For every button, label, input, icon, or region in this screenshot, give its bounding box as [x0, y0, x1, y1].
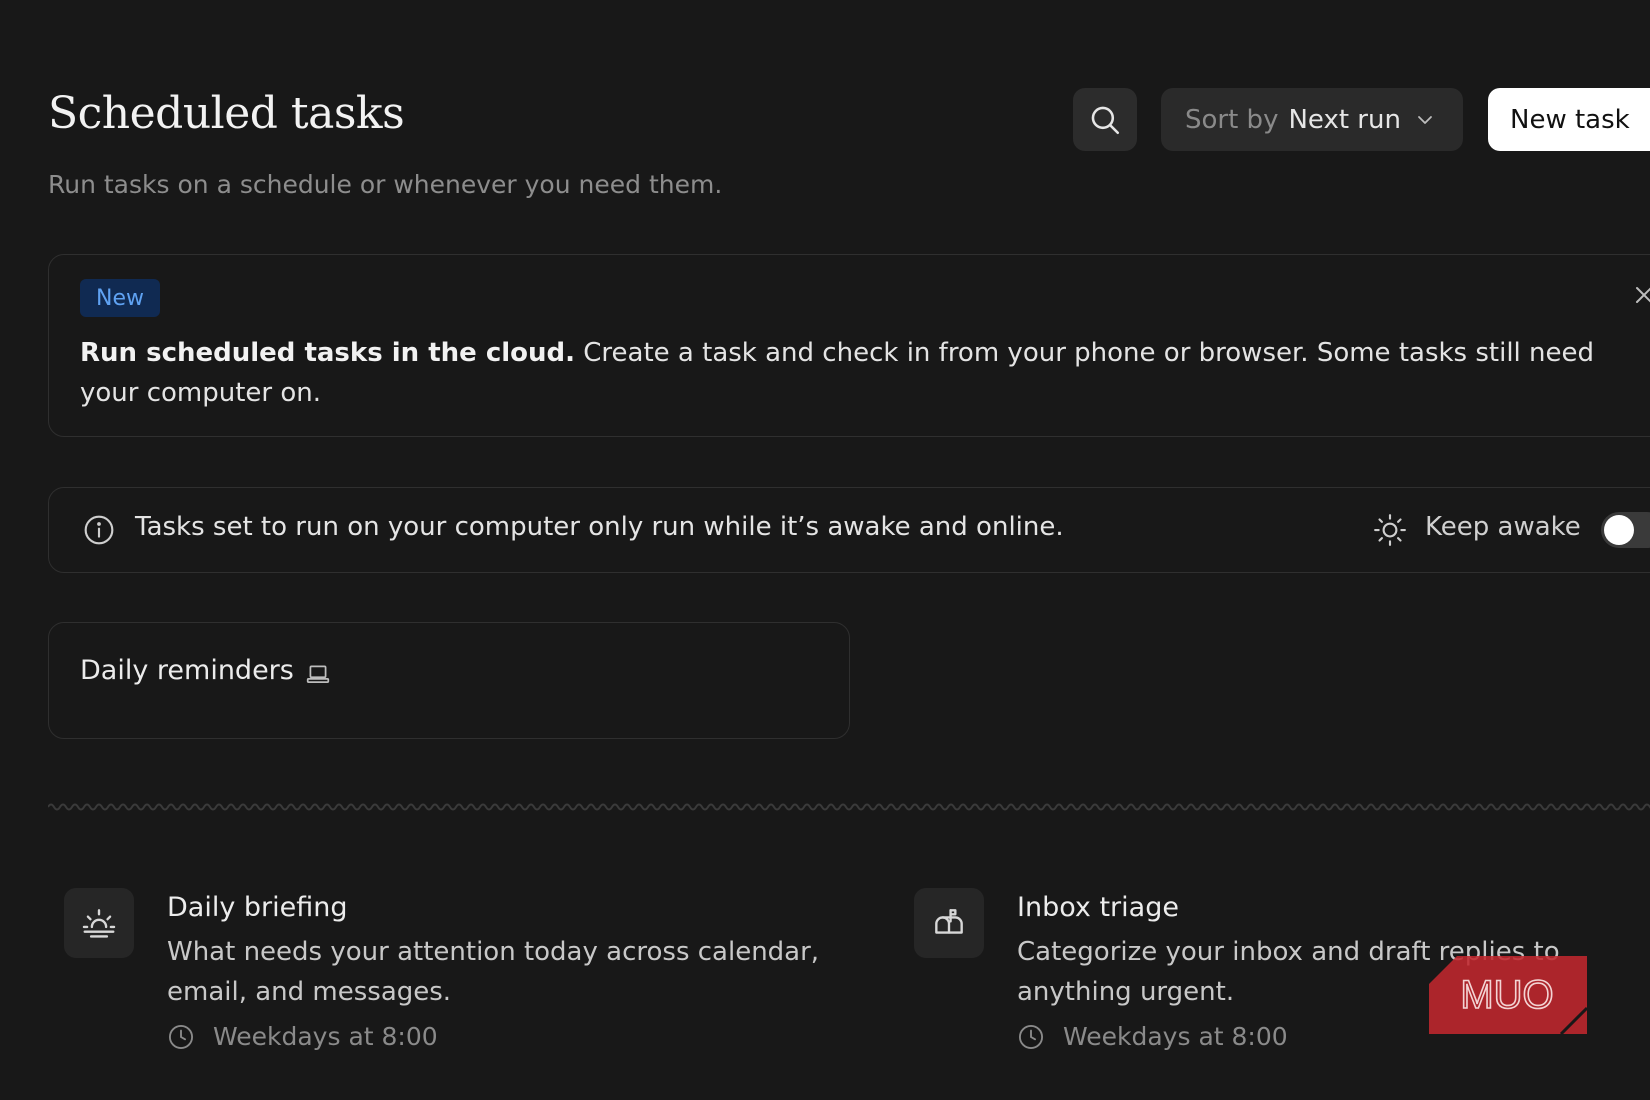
mailbox-icon — [935, 909, 963, 934]
sunrise-icon — [82, 909, 116, 938]
search-button[interactable] — [1073, 88, 1137, 151]
banner-bold-text: Run scheduled tasks in the cloud. — [80, 338, 576, 368]
toggle-knob — [1604, 515, 1634, 545]
sun-icon — [1374, 514, 1406, 546]
info-text: Tasks set to run on your computer only r… — [135, 512, 1064, 542]
close-icon[interactable] — [1634, 285, 1650, 305]
cloud-tasks-banner: New Run scheduled tasks in the cloud. Cr… — [48, 254, 1650, 437]
muo-watermark-logo: MUO — [1429, 956, 1587, 1034]
template-daily-briefing[interactable]: Daily briefing What needs your attention… — [64, 888, 884, 1068]
template-schedule-text: Weekdays at 8:00 — [213, 1022, 438, 1051]
chevron-down-icon — [1418, 115, 1432, 124]
keep-awake-toggle[interactable] — [1601, 512, 1650, 548]
sort-value: Next run — [1288, 104, 1401, 135]
sort-dropdown[interactable]: Sort by Next run — [1161, 88, 1463, 151]
watermark-text: MUO — [1460, 973, 1553, 1017]
new-badge: New — [80, 279, 160, 317]
banner-text: Run scheduled tasks in the cloud. Create… — [80, 333, 1640, 413]
sort-prefix-label: Sort by — [1185, 104, 1279, 135]
template-title: Inbox triage — [1017, 892, 1179, 923]
laptop-icon — [306, 665, 330, 683]
info-icon — [84, 515, 114, 545]
page-title: Scheduled tasks — [48, 88, 405, 139]
search-icon — [1091, 106, 1120, 134]
template-schedule-text: Weekdays at 8:00 — [1063, 1022, 1288, 1051]
section-divider — [48, 803, 1650, 811]
template-description: What needs your attention today across c… — [167, 937, 820, 1007]
template-schedule: Weekdays at 8:00 — [1017, 1022, 1288, 1051]
new-task-label: New task — [1510, 104, 1630, 135]
clock-icon — [1018, 1024, 1044, 1049]
template-icon-box — [64, 888, 134, 958]
new-task-button[interactable]: New task — [1488, 88, 1650, 151]
template-schedule: Weekdays at 8:00 — [167, 1022, 438, 1051]
scheduled-tasks-page: Scheduled tasks Run tasks on a schedule … — [0, 0, 1650, 1100]
task-card-daily-reminders[interactable]: Daily reminders — [48, 622, 850, 739]
awake-info-bar: Tasks set to run on your computer only r… — [48, 487, 1650, 573]
clock-icon — [168, 1024, 194, 1049]
template-title: Daily briefing — [167, 892, 348, 923]
task-card-title: Daily reminders — [80, 655, 294, 686]
template-icon-box — [914, 888, 984, 958]
page-subtitle: Run tasks on a schedule or whenever you … — [48, 170, 723, 199]
keep-awake-label: Keep awake — [1425, 512, 1581, 542]
